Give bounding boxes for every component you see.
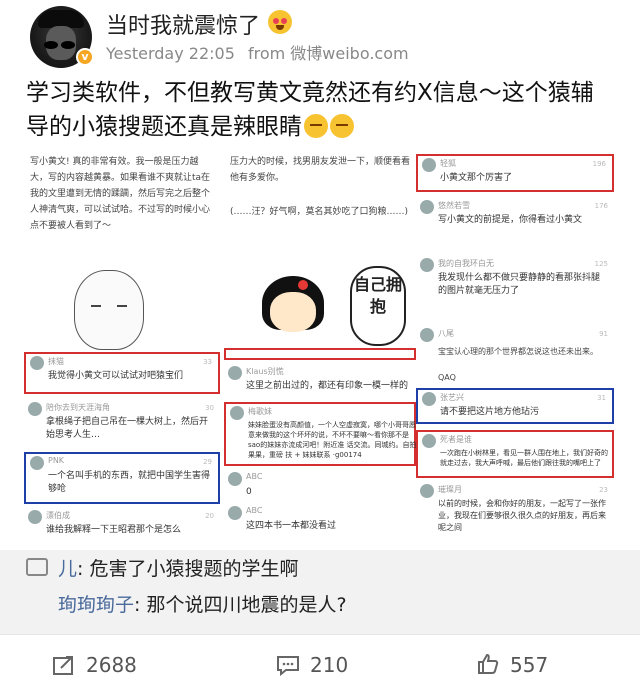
list-item: PNK 29 一个名叫手机的东西，就把中国学生害得够呛 [24, 452, 220, 504]
list-item: 抹猫 33 我觉得小黄文可以试试对吧猿宝们 [24, 352, 220, 394]
snippet-text: 压力大的时候，找男朋友发泄一下，顺便看看他有多爱你。 [230, 157, 411, 183]
list-item: ABC 0 [224, 470, 416, 500]
comment-preview[interactable]: 儿: 危害了小猿搜题的学生啊 珣珣珣子: 那个说四川地震的是人? [0, 550, 640, 634]
post-header: v 当时我就震惊了 Yesterday 22:05 from 微博weibo.c… [0, 0, 640, 72]
comment-text: 危害了小猿搜题的学生啊 [89, 558, 299, 580]
list-item: 死者是谁 一次跑在小树林里，看见一群人围在地上，我们好奇的就走过去，我大声呼喊，… [416, 430, 614, 478]
repost-count: 2688 [86, 653, 137, 677]
list-item: 八尾 91 [416, 326, 614, 346]
post-time: Yesterday 22:05 [106, 44, 235, 63]
crying-emoji-icon [304, 114, 328, 138]
post-source[interactable]: from 微博weibo.com [248, 44, 409, 63]
collage-column-3: 轻狐 196 小黄文那个厉害了 悠然若雪 176 写小黄文的前提是，你得看过小黄… [416, 148, 616, 548]
list-item: 我的自我环白无 125 我发现什么都不做只要静静的看那张抖腿的图片就毫无压力了 [416, 256, 614, 322]
snippet-text: 宝宝认心理的那个世界都怎说这也还未出来。 [438, 347, 598, 356]
list-item: 张艺兴 31 请不要把这片地方他玷污 [416, 388, 614, 424]
verified-badge-icon: v [76, 48, 94, 66]
list-item: 悠然若雪 176 写小黄文的前提是，你得看过小黄文 [416, 198, 614, 250]
shocked-emoji-icon [268, 10, 292, 34]
crying-emoji-icon [330, 114, 354, 138]
collage-column-2: 压力大的时候，找男朋友发泄一下，顺便看看他有多爱你。 (……汪？好气啊，莫名其妙… [224, 148, 420, 548]
comment-1[interactable]: 儿: 危害了小猿搜题的学生啊 [58, 554, 298, 581]
repost-icon [53, 656, 73, 675]
list-item: 璀璨月 23 以前的时候，会和你好的朋友，一起写了一张作业，我现在们要够很久很久… [416, 482, 614, 546]
collage-column-1: 写小黄文! 真的非常有效。我一般是压力越大，写的内容越黄暴。如果看谁不爽就让ta… [24, 148, 220, 548]
post-image-collage[interactable]: 写小黄文! 真的非常有效。我一般是压力越大，写的内容越黄暴。如果看谁不爽就让ta… [24, 148, 616, 548]
action-bar: 2688 210 557 [0, 636, 640, 694]
list-item: ABC 这四本书一本都没看过 [224, 504, 416, 534]
comment-2[interactable]: 珣珣珣子: 那个说四川地震的是人? [58, 590, 347, 617]
list-item: 轻狐 196 小黄文那个厉害了 [416, 154, 614, 192]
list-item: 漂伯成 20 谁给我解释一下王昭君那个是怎么 [24, 508, 220, 546]
list-item: Klaus别慌 这里之前出过的，都还有印象一模一样的 [224, 364, 416, 400]
list-item [224, 348, 416, 360]
comment-author[interactable]: 儿 [58, 558, 77, 580]
meme-face-illustration [74, 270, 144, 350]
post-meta: Yesterday 22:05 from 微博weibo.com [106, 40, 417, 64]
comment-text: 那个说四川地震的是人? [146, 594, 347, 616]
comment-author[interactable]: 珣珣珣子 [58, 594, 134, 616]
cartoon-girl-illustration [252, 276, 338, 346]
snippet-text: (……汪？好气啊，莫名其妙吃了口狗粮……) [230, 207, 409, 217]
post-text: 学习类软件，不但教写黄文竟然还有约X信息～这个猿辅导的小猿搜题还真是辣眼睛 [26, 76, 616, 144]
comment-icon [277, 656, 299, 677]
comment-bubble-icon [26, 558, 48, 576]
snippet-text: 写小黄文! 真的非常有效。我一般是压力越大，写的内容越黄暴。如果看谁不爽就让ta… [30, 157, 211, 231]
like-count: 557 [510, 653, 549, 677]
username[interactable]: 当时我就震惊了 [106, 8, 260, 40]
comment-button[interactable]: 210 [276, 650, 348, 680]
list-item: 陪你去到天涯海角 30 拿根绳子把自己吊在一棵大树上，然后开始思考人生… [24, 400, 220, 448]
snippet-text: QAQ [438, 373, 456, 382]
divider [0, 634, 640, 635]
thumbs-up-icon [478, 653, 499, 674]
speech-bubble: 自己拥抱 [350, 266, 406, 346]
list-item: 梅歌妹 妹妹脸蛋没有高颜值，一个人空虚寂寞，哪个小哥哥愿意来做我的这个坏坏的说，… [224, 402, 416, 466]
repost-button[interactable]: 2688 [52, 650, 137, 680]
comment-count: 210 [310, 653, 349, 677]
like-button[interactable]: 557 [476, 650, 548, 680]
